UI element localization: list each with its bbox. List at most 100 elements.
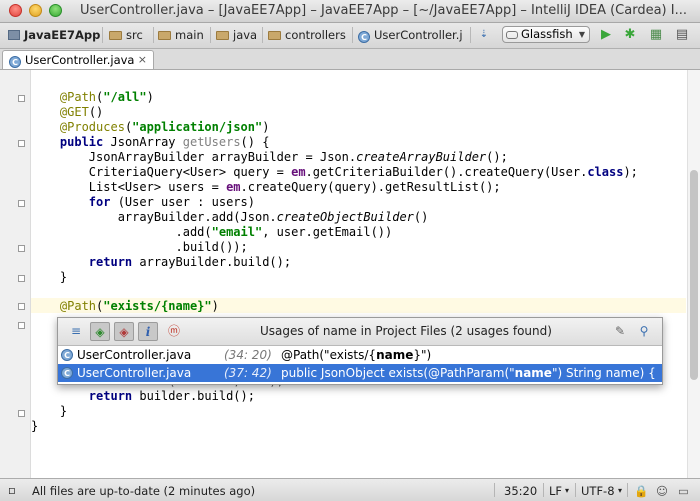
close-window-button[interactable] [9, 4, 22, 17]
usage-snippet: @Path("exists/{name}") [281, 348, 432, 362]
editor-gutter[interactable] [0, 70, 31, 478]
usage-file: UserController.java [77, 348, 192, 362]
editor-tab-bar: C UserController.java × [0, 49, 700, 70]
method-icon[interactable]: ⓜ [164, 322, 184, 341]
class-icon: C [61, 349, 73, 361]
code-line: return arrayBuilder.build(); [88, 255, 292, 269]
code-line: @Path("exists/{name}") [59, 299, 219, 313]
breadcrumb-separator [210, 27, 211, 43]
code-line: JsonArrayBuilder arrayBuilder = Json.cre… [31, 150, 508, 164]
window-title-bar: UserController.java – [JavaEE7App] – Jav… [0, 0, 700, 23]
code-line: } [31, 270, 68, 284]
code-line: .build()); [31, 240, 248, 254]
code-line: @Path("/all") [59, 90, 154, 104]
fold-marker-icon[interactable] [18, 410, 25, 417]
breadcrumb-separator [352, 27, 353, 43]
folder-icon [158, 31, 171, 40]
code-line: } [31, 404, 68, 418]
code-line: List<User> users = em.createQuery(query)… [31, 180, 501, 194]
settings-icon[interactable]: ✎ [610, 322, 630, 341]
vcs-update-icon[interactable]: ⇣ [476, 27, 492, 43]
folder-icon [109, 31, 122, 40]
folder-icon [216, 31, 229, 40]
usage-file: UserController.java [77, 366, 192, 380]
code-line: public JsonArray getUsers() { [59, 135, 270, 149]
minimize-window-button[interactable] [29, 4, 42, 17]
fold-marker-icon[interactable] [18, 245, 25, 252]
run-icon[interactable]: ▶ [598, 27, 614, 43]
class-icon: C [9, 56, 21, 68]
status-separator [543, 483, 544, 497]
inspector-icon[interactable]: ☺ [656, 484, 668, 498]
breadcrumb-separator [153, 27, 154, 43]
folder-icon [268, 31, 281, 40]
chevron-down-icon: ▾ [565, 486, 570, 495]
status-message[interactable]: All files are up-to-date (2 minutes ago) [32, 484, 255, 498]
usages-popup: ≡ ◈ ◈ i ⓜ Usages of name in Project File… [57, 317, 663, 385]
code-editor[interactable]: @Path("/all") @GET() @Produces("applicat… [31, 70, 686, 478]
fold-marker-icon[interactable] [18, 275, 25, 282]
class-icon: C [358, 31, 370, 43]
breadcrumb-separator [102, 27, 103, 43]
usage-location: (37: 42) [224, 366, 272, 380]
class-icon: C [61, 367, 73, 379]
usage-snippet: public JsonObject exists(@PathParam("nam… [281, 366, 656, 380]
code-line: for (User user : users) [88, 195, 255, 209]
breadcrumb-separator [262, 27, 263, 43]
file-encoding[interactable]: UTF-8 [581, 484, 615, 498]
debug-icon[interactable]: ✱ [622, 27, 638, 43]
status-separator [627, 483, 628, 497]
project-structure-icon[interactable]: ▤ [674, 27, 690, 43]
toolbar-separator [470, 27, 471, 43]
breadcrumb-src[interactable]: src [109, 27, 143, 43]
status-separator [575, 483, 576, 497]
project-icon [8, 30, 20, 40]
navigation-bar: JavaEE7App src main java controllers C Us… [0, 23, 700, 49]
status-separator [494, 483, 495, 497]
breadcrumb-main[interactable]: main [158, 27, 204, 43]
code-line: arrayBuilder.add(Json.createObjectBuilde… [31, 210, 429, 224]
fold-marker-icon[interactable] [18, 200, 25, 207]
show-read-access-icon[interactable]: ◈ [90, 322, 110, 341]
merge-usages-icon[interactable]: ≡ [66, 322, 86, 341]
code-line: } [31, 419, 39, 433]
line-separator[interactable]: LF [549, 484, 562, 498]
code-line: .add("email", user.getEmail()) [31, 225, 393, 239]
code-line: CriteriaQuery<User> query = em.getCriter… [31, 165, 638, 179]
usage-row-selected[interactable]: C UserController.java (37: 42) public Js… [58, 364, 662, 382]
breadcrumb-file[interactable]: C UserController.j [358, 27, 463, 43]
close-tab-icon[interactable]: × [138, 51, 147, 69]
breadcrumb-controllers[interactable]: controllers [268, 27, 346, 43]
fold-marker-icon[interactable] [18, 140, 25, 147]
code-line: return builder.build(); [88, 389, 255, 403]
coverage-icon[interactable]: ▦ [648, 27, 664, 43]
scrollbar-thumb[interactable] [690, 170, 698, 380]
fold-marker-icon[interactable] [18, 322, 25, 329]
run-configuration-select[interactable]: Glassfish ▼ [502, 26, 590, 43]
vertical-scrollbar[interactable] [687, 70, 700, 478]
chevron-down-icon: ▾ [618, 486, 623, 495]
lock-icon[interactable]: 🔒 [634, 484, 648, 498]
usages-popup-toolbar: ≡ ◈ ◈ i ⓜ Usages of name in Project File… [58, 318, 662, 346]
fold-marker-icon[interactable] [18, 303, 25, 310]
tab-usercontroller[interactable]: C UserController.java × [2, 50, 154, 69]
show-write-access-icon[interactable]: ◈ [114, 322, 134, 341]
breadcrumb-java[interactable]: java [216, 27, 257, 43]
breadcrumb-project[interactable]: JavaEE7App [8, 27, 100, 43]
window-title: UserController.java – [JavaEE7App] – Jav… [80, 3, 687, 18]
event-log-icon[interactable]: ▭ [678, 484, 689, 498]
zoom-window-button[interactable] [49, 4, 62, 17]
pin-icon[interactable]: ⚲ [634, 322, 654, 341]
show-import-usages-icon[interactable]: i [138, 322, 158, 341]
usage-location: (34: 20) [224, 348, 272, 362]
tool-windows-icon[interactable]: ▫ [8, 483, 22, 497]
chevron-down-icon: ▼ [578, 30, 585, 39]
code-line: @Produces("application/json") [59, 120, 270, 134]
usages-popup-title: Usages of name in Project Files (2 usage… [260, 324, 552, 338]
glassfish-icon [506, 31, 518, 39]
code-line: @GET() [59, 105, 104, 119]
status-bar: ▫ All files are up-to-date (2 minutes ag… [0, 478, 700, 501]
usage-row[interactable]: C UserController.java (34: 20) @Path("ex… [58, 346, 662, 364]
fold-marker-icon[interactable] [18, 95, 25, 102]
caret-position[interactable]: 35:20 [504, 484, 537, 498]
